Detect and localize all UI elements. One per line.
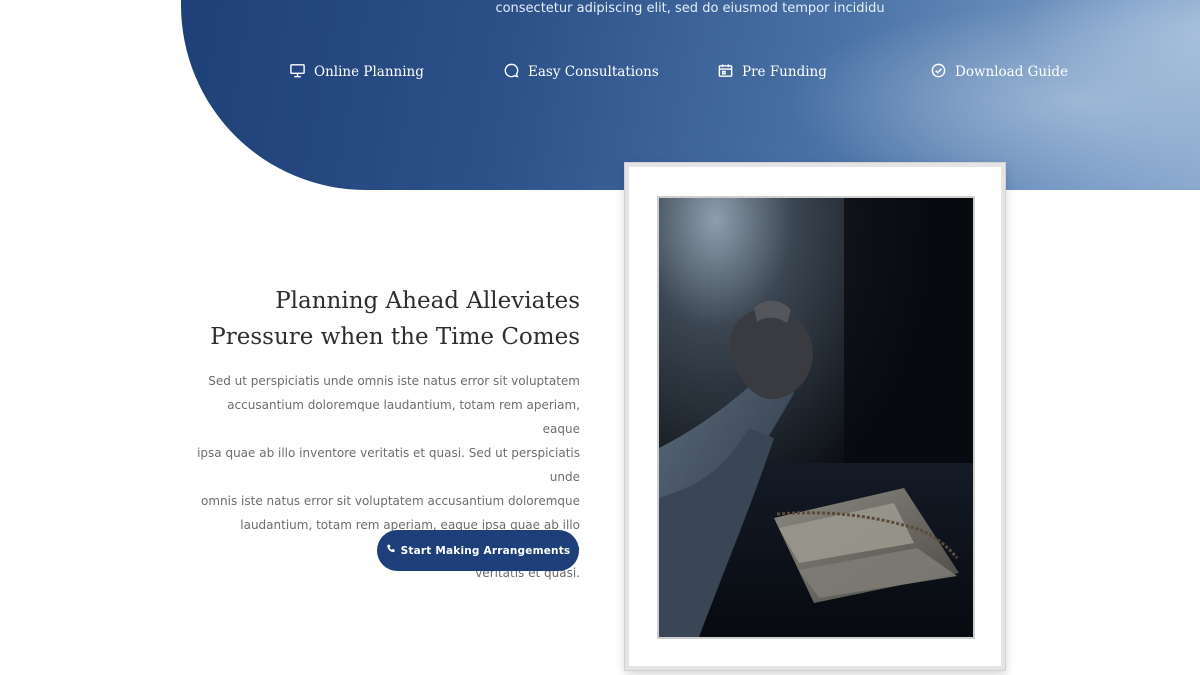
praying-hands-photo xyxy=(657,196,975,639)
body-line: ipsa quae ab illo inventore veritatis et… xyxy=(197,446,580,484)
heading-line: Pressure when the Time Comes xyxy=(210,324,580,350)
feature-label: Pre Funding xyxy=(742,64,827,80)
body-line: accusantium doloremque laudantium, totam… xyxy=(227,398,580,436)
feature-label: Easy Consultations xyxy=(528,64,659,80)
calendar-icon xyxy=(717,62,734,83)
body-line: Sed ut perspiciatis unde omnis iste natu… xyxy=(208,374,580,388)
feature-label: Online Planning xyxy=(314,64,424,80)
feature-online-planning[interactable]: Online Planning xyxy=(289,62,424,82)
phone-icon xyxy=(386,544,396,557)
feature-pre-funding[interactable]: Pre Funding xyxy=(717,62,827,82)
start-making-arrangements-button[interactable]: Start Making Arrangements xyxy=(377,530,579,571)
monitor-icon xyxy=(289,62,306,83)
chat-bubble-icon xyxy=(503,62,520,83)
section-heading: Planning Ahead Alleviates Pressure when … xyxy=(188,283,580,355)
feature-easy-consultations[interactable]: Easy Consultations xyxy=(503,62,659,82)
body-line: omnis iste natus error sit voluptatem ac… xyxy=(201,494,580,508)
cta-label: Start Making Arrangements xyxy=(400,544,571,557)
feature-download-guide[interactable]: Download Guide xyxy=(930,62,1068,82)
hero-banner xyxy=(181,0,1200,190)
feature-label: Download Guide xyxy=(955,64,1069,80)
page: consectetur adipiscing elit, sed do eius… xyxy=(0,0,1200,675)
hero-tagline: consectetur adipiscing elit, sed do eius… xyxy=(495,1,885,16)
check-circle-icon xyxy=(930,62,947,83)
heading-line: Planning Ahead Alleviates xyxy=(275,288,580,314)
photo-frame xyxy=(625,163,1005,670)
